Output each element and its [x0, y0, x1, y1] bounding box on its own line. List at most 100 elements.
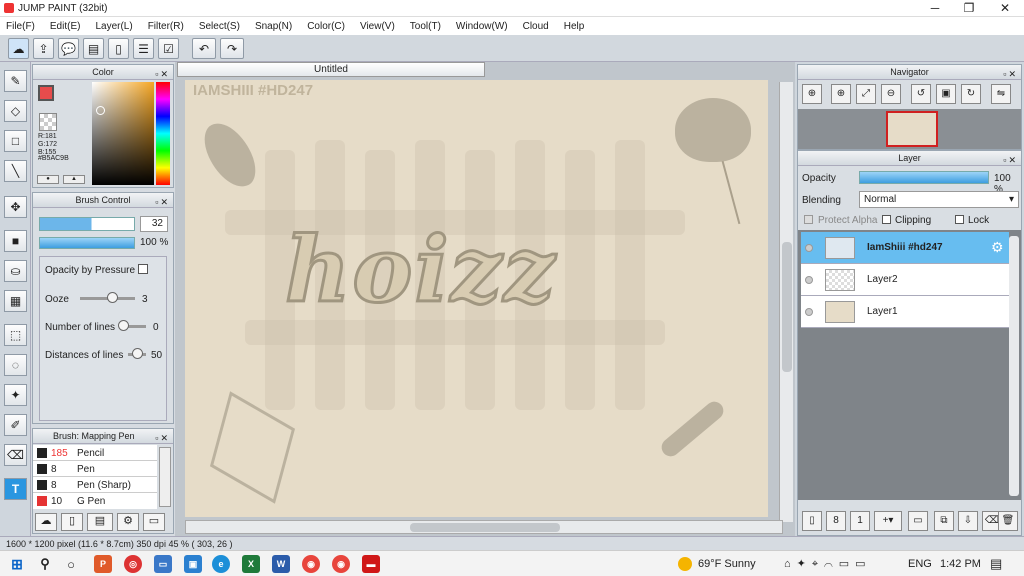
layer-opacity-slider[interactable]: [859, 171, 989, 184]
visibility-eye-icon[interactable]: [805, 276, 813, 284]
lock-checkbox[interactable]: [955, 215, 964, 224]
add-layer-menu-icon[interactable]: +▾: [874, 511, 902, 531]
move-tool-icon[interactable]: ✥: [4, 196, 27, 218]
distance-slider-handle[interactable]: [132, 348, 143, 359]
transparent-swatch[interactable]: [39, 113, 57, 131]
weather-text[interactable]: 69°F Sunny: [698, 558, 756, 570]
panel-controls-icon[interactable]: ▫✕: [1003, 153, 1018, 168]
text-tool-icon[interactable]: T: [4, 478, 27, 500]
brush-add-icon[interactable]: ▤: [87, 513, 113, 531]
menu-window[interactable]: Window(W): [456, 21, 508, 32]
navigator-thumbnail[interactable]: [886, 111, 938, 147]
maximize-button[interactable]: ❐: [952, 0, 986, 17]
task-view-icon[interactable]: ○: [62, 555, 80, 573]
clipping-checkbox[interactable]: [882, 215, 891, 224]
system-tray-icons[interactable]: ⌂✦⌖⌒▭▭: [784, 557, 872, 571]
menu-layer[interactable]: Layer(L): [95, 21, 132, 32]
app-taskbar-icon[interactable]: ◎: [124, 555, 142, 573]
monitor-taskbar-icon[interactable]: ▭: [154, 555, 172, 573]
horizontal-scroll-thumb[interactable]: [410, 523, 560, 532]
chrome-taskbar-icon-2[interactable]: ◉: [332, 555, 350, 573]
duplicate-layer-icon[interactable]: ⧉: [934, 511, 954, 531]
color-add-button[interactable]: ●: [37, 175, 59, 184]
cloud-sync-icon[interactable]: ☁: [8, 38, 29, 59]
share-icon[interactable]: ⇪: [33, 38, 54, 59]
brush-list-scrollbar[interactable]: [159, 447, 171, 507]
message-icon[interactable]: ▤: [83, 38, 104, 59]
select-pen-icon[interactable]: ✐: [4, 414, 27, 436]
store-taskbar-icon[interactable]: ▣: [184, 555, 202, 573]
vertical-scrollbar[interactable]: [779, 82, 793, 522]
panel-controls-icon[interactable]: ▫✕: [1003, 67, 1018, 82]
delete-layer-icon[interactable]: 🗑: [998, 511, 1018, 531]
merge-layer-icon[interactable]: ⇩: [958, 511, 978, 531]
opacity-pressure-checkbox[interactable]: [138, 264, 148, 274]
rectangle-tool-icon[interactable]: □: [4, 130, 27, 152]
select-rect-icon[interactable]: ⬚: [4, 324, 27, 346]
zoom-in-icon[interactable]: ⊕: [831, 84, 851, 104]
menu-view[interactable]: View(V): [360, 21, 395, 32]
document-icon[interactable]: ▯: [108, 38, 129, 59]
tab-untitled[interactable]: Untitled: [177, 62, 485, 77]
color-picker-cursor[interactable]: [96, 106, 105, 115]
horizontal-scrollbar[interactable]: [185, 520, 783, 534]
hue-slider[interactable]: [156, 82, 170, 185]
chrome-taskbar-icon[interactable]: ◉: [302, 555, 320, 573]
main-color-swatch[interactable]: [38, 85, 54, 101]
layer-row[interactable]: IamShiii #hd247 ⚙: [801, 232, 1009, 264]
brush-tool-icon[interactable]: ✎: [4, 70, 27, 92]
vertical-scroll-thumb[interactable]: [782, 242, 792, 372]
rotate-right-icon[interactable]: ↻: [961, 84, 981, 104]
brush-cloud-icon[interactable]: ☁: [35, 513, 57, 531]
comment-icon[interactable]: 💬: [58, 38, 79, 59]
layer-settings-gear-icon[interactable]: ⚙: [991, 239, 1004, 256]
brush-folder-icon[interactable]: ▭: [143, 513, 165, 531]
brush-size-value[interactable]: 32: [140, 216, 168, 232]
brush-new-icon[interactable]: ▯: [61, 513, 83, 531]
fit-window-icon[interactable]: ▣: [936, 84, 956, 104]
word-taskbar-icon[interactable]: W: [272, 555, 290, 573]
fill-rect-tool-icon[interactable]: ■: [4, 230, 27, 252]
new-8bit-layer-icon[interactable]: 8: [826, 511, 846, 531]
menu-edit[interactable]: Edit(E): [50, 21, 81, 32]
panel-controls-icon[interactable]: ▫✕: [155, 195, 170, 210]
eraser-tool-icon[interactable]: ◇: [4, 100, 27, 122]
gradient-tool-icon[interactable]: ▦: [4, 290, 27, 312]
clock[interactable]: 1:42 PM: [940, 558, 981, 570]
layer-row[interactable]: Layer2: [801, 264, 1009, 296]
visibility-eye-icon[interactable]: [805, 308, 813, 316]
new-layer-icon[interactable]: ▯: [802, 511, 822, 531]
menu-help[interactable]: Help: [564, 21, 585, 32]
menu-file[interactable]: File(F): [6, 21, 35, 32]
brush-settings-icon[interactable]: ⚙: [117, 513, 139, 531]
undo-icon[interactable]: ↶: [192, 38, 216, 59]
rotate-left-icon[interactable]: ↺: [911, 84, 931, 104]
menu-select[interactable]: Select(S): [199, 21, 240, 32]
panel-controls-icon[interactable]: ▫✕: [155, 67, 170, 82]
lines-slider-handle[interactable]: [118, 320, 129, 331]
saturation-value-picker[interactable]: [92, 82, 154, 185]
bucket-tool-icon[interactable]: ⛀: [4, 260, 27, 282]
minimize-button[interactable]: ─: [918, 0, 952, 17]
powerpoint-taskbar-icon[interactable]: P: [94, 555, 112, 573]
zoom-out-icon[interactable]: ⊖: [881, 84, 901, 104]
new-folder-icon[interactable]: ▭: [908, 511, 928, 531]
line-tool-icon[interactable]: ╲: [4, 160, 27, 182]
select-eraser-icon[interactable]: ⌫: [4, 444, 27, 466]
zoom-actual-icon[interactable]: ⤢: [856, 84, 876, 104]
close-button[interactable]: ✕: [988, 0, 1022, 17]
checklist-icon[interactable]: ☑: [158, 38, 179, 59]
language-indicator[interactable]: ENG: [908, 558, 932, 570]
canvas-document[interactable]: IAMSHIII #HD247 hoizz: [185, 80, 768, 517]
visibility-eye-icon[interactable]: [805, 244, 813, 252]
brush-opacity-slider[interactable]: [39, 237, 135, 249]
layer-list-scrollbar[interactable]: [1009, 236, 1019, 496]
panel-controls-icon[interactable]: ▫✕: [155, 431, 170, 446]
lasso-icon[interactable]: ◌: [4, 354, 27, 376]
brush-item[interactable]: 8 Pen (Sharp): [33, 477, 157, 493]
notification-icon[interactable]: ▤: [990, 556, 1002, 572]
search-icon[interactable]: ⚲: [36, 555, 54, 573]
menu-cloud[interactable]: Cloud: [523, 21, 549, 32]
list-icon[interactable]: ☰: [133, 38, 154, 59]
menu-tool[interactable]: Tool(T): [410, 21, 441, 32]
